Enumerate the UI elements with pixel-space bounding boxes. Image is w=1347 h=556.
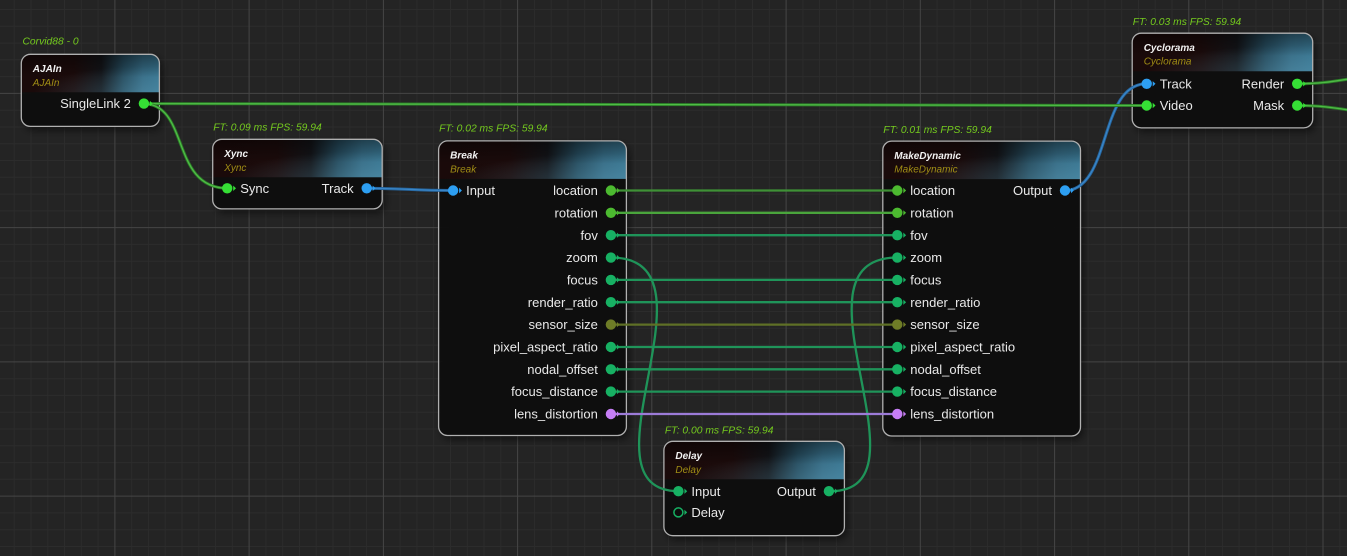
svg-text:Delay: Delay (675, 465, 702, 476)
svg-text:focus: focus (567, 273, 599, 288)
svg-text:Xync: Xync (223, 163, 246, 174)
svg-text:pixel_aspect_ratio: pixel_aspect_ratio (910, 340, 1015, 355)
svg-text:focus_distance: focus_distance (511, 384, 598, 399)
svg-text:Sync: Sync (240, 181, 269, 196)
svg-text:AJAIn: AJAIn (32, 64, 62, 75)
svg-text:Break: Break (450, 164, 477, 175)
svg-text:sensor_size: sensor_size (529, 317, 598, 332)
svg-text:FT: 0.02 ms FPS: 59.94: FT: 0.02 ms FPS: 59.94 (439, 124, 548, 135)
svg-text:FT: 0.03 ms FPS: 59.94: FT: 0.03 ms FPS: 59.94 (1133, 17, 1242, 28)
svg-text:Render: Render (1242, 76, 1285, 91)
svg-text:Track: Track (322, 181, 355, 196)
svg-text:render_ratio: render_ratio (910, 295, 980, 310)
svg-text:lens_distortion: lens_distortion (514, 407, 598, 422)
svg-text:pixel_aspect_ratio: pixel_aspect_ratio (493, 340, 598, 355)
svg-text:location: location (553, 183, 598, 198)
svg-text:nodal_offset: nodal_offset (910, 362, 981, 377)
svg-text:Output: Output (777, 484, 816, 499)
svg-text:focus: focus (910, 273, 942, 288)
svg-text:fov: fov (581, 228, 599, 243)
svg-text:Input: Input (466, 183, 495, 198)
svg-text:Track: Track (1160, 76, 1193, 91)
svg-text:Xync: Xync (223, 149, 248, 160)
svg-text:zoom: zoom (910, 250, 942, 265)
svg-text:rotation: rotation (555, 205, 598, 220)
svg-text:Delay: Delay (675, 451, 702, 462)
svg-text:render_ratio: render_ratio (528, 295, 598, 310)
svg-text:AJAIn: AJAIn (32, 78, 60, 89)
svg-text:FT: 0.00 ms FPS: 59.94: FT: 0.00 ms FPS: 59.94 (665, 425, 774, 436)
svg-text:sensor_size: sensor_size (910, 317, 979, 332)
svg-text:FT: 0.09 ms FPS: 59.94: FT: 0.09 ms FPS: 59.94 (213, 122, 322, 133)
svg-text:fov: fov (910, 228, 928, 243)
svg-text:SingleLink 2: SingleLink 2 (60, 96, 131, 111)
svg-text:Delay: Delay (691, 505, 725, 520)
svg-text:focus_distance: focus_distance (910, 384, 997, 399)
svg-text:MakeDynamic: MakeDynamic (894, 151, 961, 162)
svg-text:Break: Break (450, 151, 478, 162)
svg-text:location: location (910, 183, 955, 198)
svg-text:rotation: rotation (910, 205, 953, 220)
svg-text:nodal_offset: nodal_offset (527, 362, 598, 377)
svg-text:MakeDynamic: MakeDynamic (894, 165, 957, 176)
svg-text:Video: Video (1160, 98, 1193, 113)
svg-text:zoom: zoom (566, 250, 598, 265)
svg-text:Cyclorama: Cyclorama (1144, 43, 1196, 54)
svg-text:Output: Output (1013, 183, 1052, 198)
svg-text:Cyclorama: Cyclorama (1144, 57, 1192, 68)
svg-text:FT: 0.01 ms FPS: 59.94: FT: 0.01 ms FPS: 59.94 (883, 125, 992, 136)
svg-text:Input: Input (691, 484, 720, 499)
svg-text:Mask: Mask (1253, 98, 1285, 113)
svg-text:lens_distortion: lens_distortion (910, 407, 994, 422)
svg-text:Corvid88 - 0: Corvid88 - 0 (23, 37, 79, 48)
